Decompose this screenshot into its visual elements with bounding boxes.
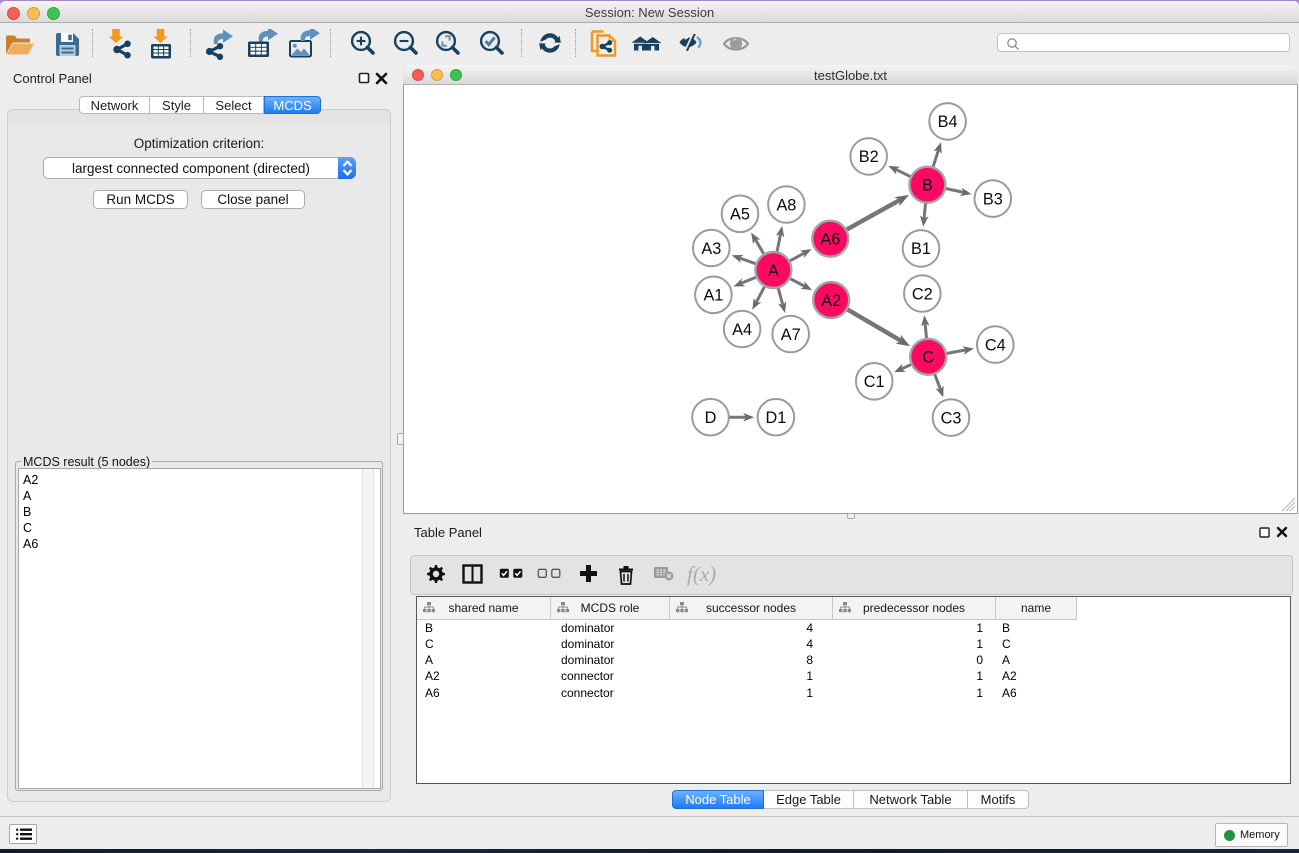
svg-text:A3: A3: [701, 240, 721, 258]
svg-text:A1: A1: [703, 287, 723, 305]
svg-text:D: D: [705, 409, 717, 427]
svg-text:C1: C1: [864, 373, 885, 391]
svg-text:C4: C4: [985, 336, 1006, 354]
svg-text:B: B: [922, 177, 933, 195]
svg-text:A4: A4: [732, 321, 752, 339]
svg-text:B1: B1: [911, 240, 931, 258]
svg-text:A2: A2: [821, 292, 841, 310]
svg-text:A: A: [768, 262, 779, 280]
svg-text:C3: C3: [941, 409, 962, 427]
svg-text:C: C: [922, 349, 934, 367]
svg-text:A8: A8: [776, 196, 796, 214]
svg-text:C2: C2: [912, 285, 933, 303]
svg-text:B4: B4: [938, 113, 958, 131]
svg-text:A6: A6: [820, 231, 840, 249]
svg-text:B2: B2: [859, 148, 879, 166]
svg-text:A7: A7: [781, 326, 801, 344]
svg-text:D1: D1: [765, 409, 786, 427]
svg-text:B3: B3: [983, 190, 1003, 208]
svg-text:A5: A5: [730, 206, 750, 224]
